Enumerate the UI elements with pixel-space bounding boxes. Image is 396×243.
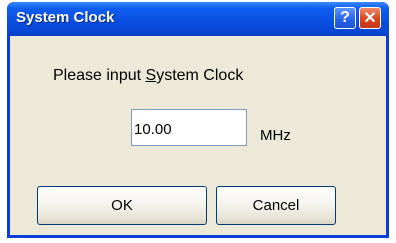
system-clock-dialog: System Clock ? ✕ Please input System Clo…	[7, 2, 389, 238]
ok-button[interactable]: OK	[37, 186, 207, 225]
system-clock-input[interactable]	[131, 109, 247, 146]
prompt-text-before: Please input	[53, 67, 146, 84]
unit-label: MHz	[260, 127, 291, 144]
help-icon: ?	[340, 9, 350, 26]
title-bar[interactable]: System Clock ? ✕	[7, 2, 389, 36]
help-button[interactable]: ?	[334, 7, 356, 29]
close-icon: ✕	[363, 10, 377, 27]
prompt-mnemonic: S	[145, 67, 157, 84]
prompt-text-after: ystem Clock	[156, 67, 244, 84]
dialog-body: Please input System Clock MHz OK Cancel	[10, 36, 386, 235]
ok-button-label: OK	[111, 197, 133, 214]
prompt-label: Please input System Clock	[53, 67, 243, 85]
cancel-button-label: Cancel	[252, 197, 300, 214]
window-title: System Clock	[16, 9, 115, 26]
close-button[interactable]: ✕	[359, 7, 381, 29]
cancel-button[interactable]: Cancel	[216, 186, 336, 225]
